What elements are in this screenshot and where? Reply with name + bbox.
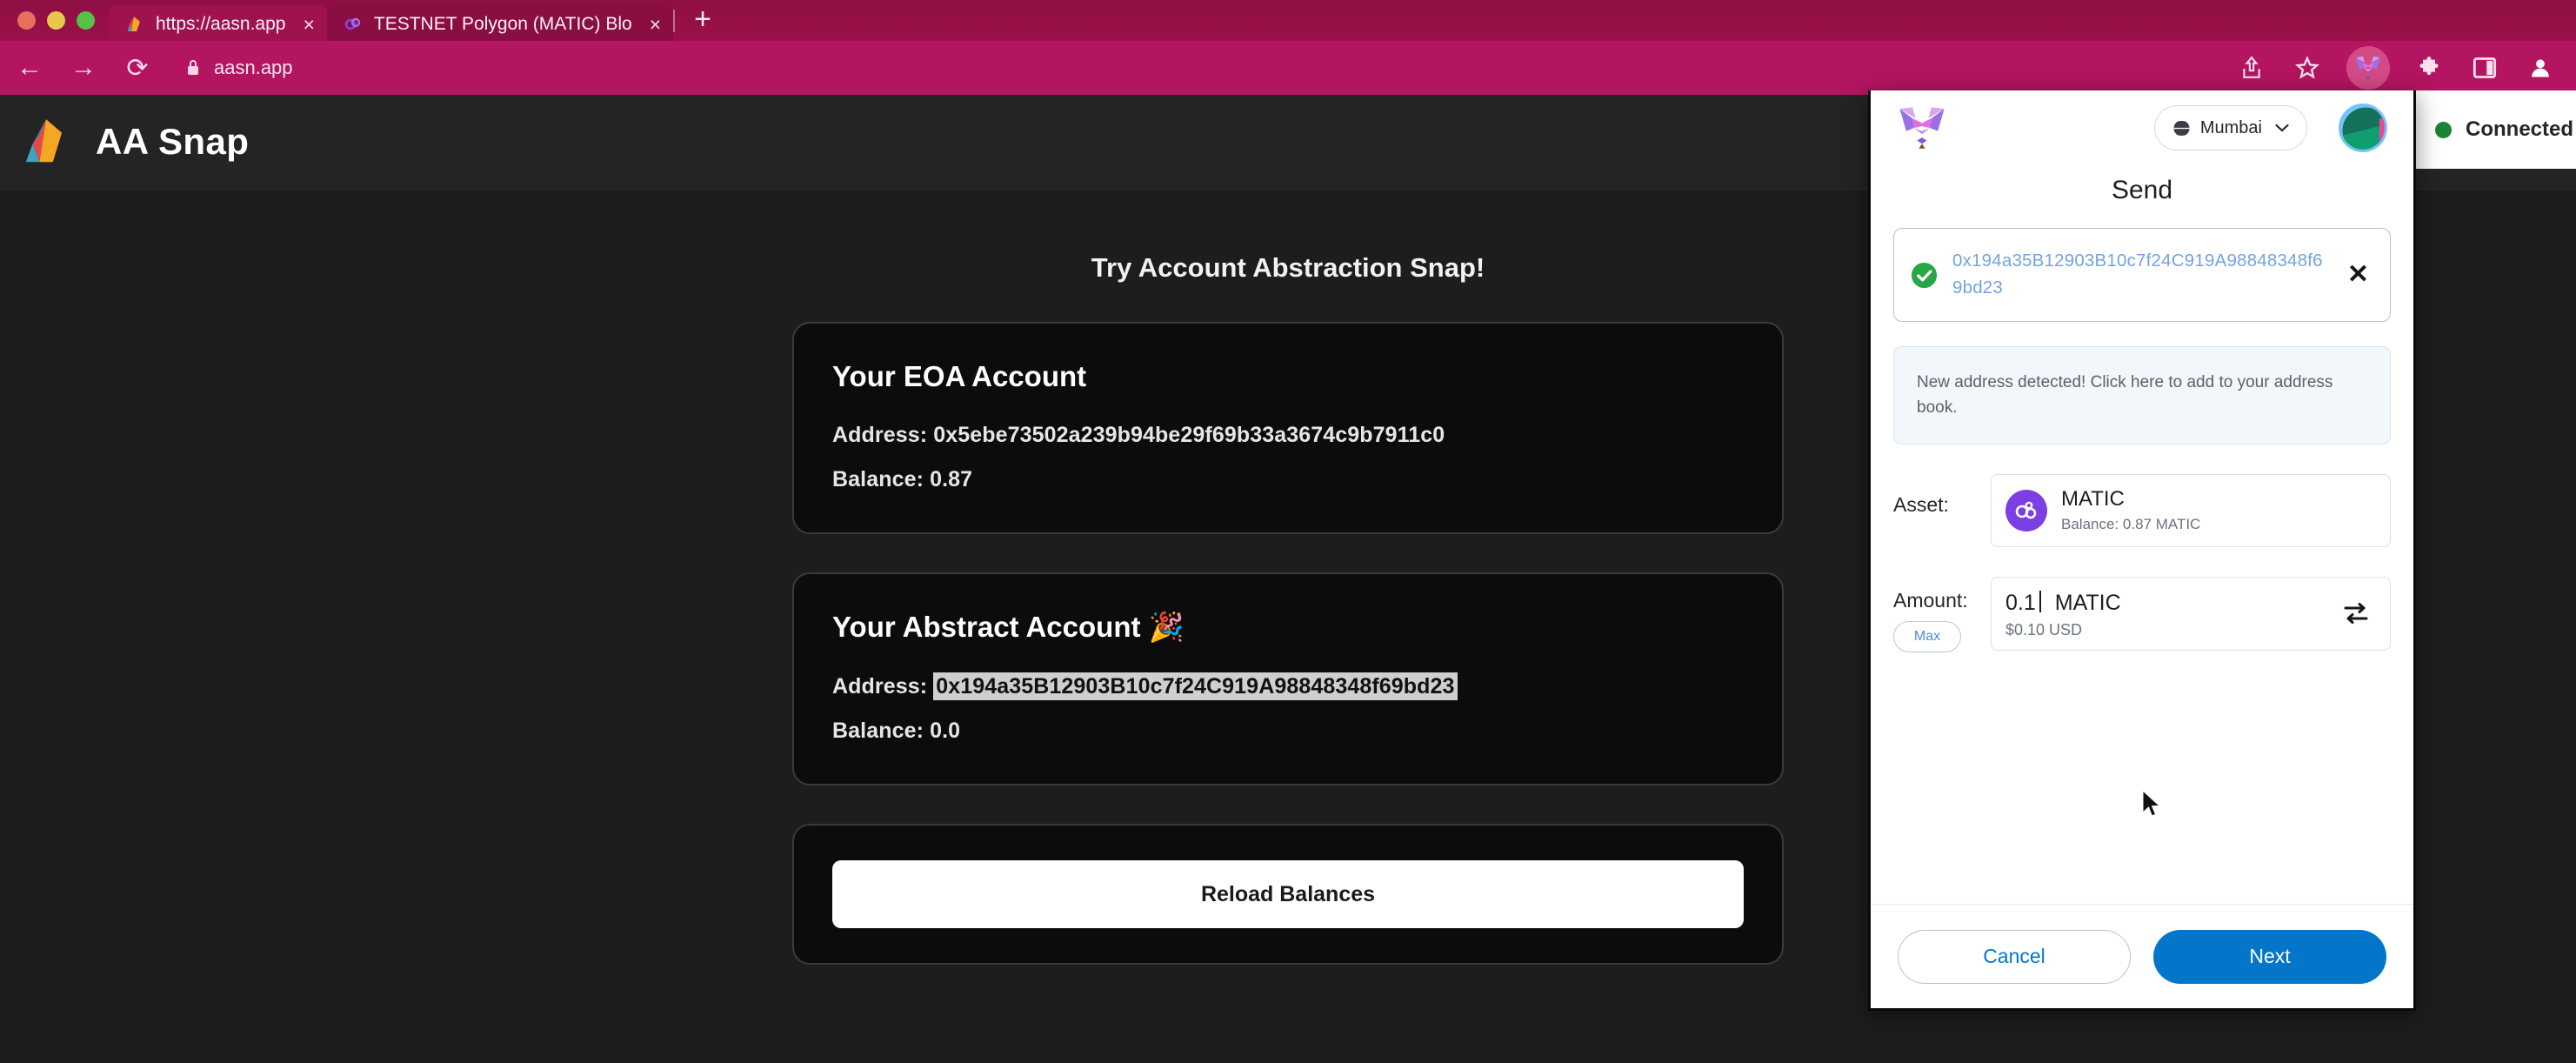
tab-close-icon[interactable]: ×	[650, 14, 661, 35]
amount-label: Amount:	[1893, 588, 1968, 612]
asset-balance: Balance: 0.87 MATIC	[2061, 516, 2200, 533]
metamask-fox-icon[interactable]	[2346, 46, 2390, 90]
network-selector[interactable]: Mumbai	[2153, 105, 2307, 150]
actions-card: Reload Balances	[792, 824, 1784, 965]
tab-title: https://aasn.app	[156, 14, 286, 34]
tab-strip: https://aasn.app × TESTNET Polygon (MATI…	[0, 0, 2576, 43]
eoa-balance-line: Balance: 0.87	[832, 467, 1744, 492]
globe-icon	[2172, 119, 2191, 137]
aa-balance-line: Balance: 0.0	[832, 719, 1744, 744]
maximize-window-button[interactable]	[77, 11, 95, 30]
new-address-notice[interactable]: New address detected! Click here to add …	[1893, 346, 2391, 445]
asset-label: Asset:	[1893, 492, 1949, 516]
eoa-balance-label: Balance:	[832, 467, 924, 491]
tab-title: TESTNET Polygon (MATIC) Blo	[373, 14, 632, 34]
eoa-address-label: Address:	[832, 423, 928, 447]
browser-window: https://aasn.app × TESTNET Polygon (MATI…	[0, 0, 2576, 1063]
bookmark-star-icon[interactable]	[2291, 51, 2324, 84]
lock-icon	[188, 60, 198, 75]
aa-address-label: Address:	[832, 674, 928, 699]
text-caret	[2039, 590, 2041, 612]
next-button[interactable]: Next	[2153, 929, 2386, 984]
back-icon[interactable]: ←	[5, 43, 54, 92]
aa-card-title: Your Abstract Account 🎉	[832, 611, 1185, 643]
amount-input-box[interactable]: 0.1 MATIC $0.10 USD	[1991, 576, 2391, 651]
asset-row: Asset: MATIC Balance: 0.87 MATIC	[1893, 473, 2391, 547]
new-tab-button[interactable]: +	[675, 4, 731, 41]
aa-snap-logo-icon	[25, 119, 63, 163]
cancel-button[interactable]: Cancel	[1898, 929, 2131, 984]
address-bar[interactable]: aasn.app	[184, 49, 2218, 87]
eoa-address-line: Address: 0x5ebe73502a239b94be29f69b33a36…	[832, 423, 1744, 448]
popup-title: Send	[2111, 176, 2173, 204]
abstract-account-card: Your Abstract Account 🎉 Address: 0x194a3…	[792, 572, 1784, 786]
status-badge: Connected	[2466, 117, 2574, 141]
amount-values: 0.1 MATIC $0.10 USD	[2005, 588, 2121, 639]
asset-selector[interactable]: MATIC Balance: 0.87 MATIC	[1991, 473, 2391, 547]
reload-balances-button[interactable]: Reload Balances	[832, 860, 1744, 928]
eoa-balance-value: 0.87	[930, 467, 973, 491]
connected-status-dot-icon	[2435, 121, 2452, 138]
popup-footer: Cancel Next	[1871, 904, 2413, 1008]
eoa-address-value: 0x5ebe73502a239b94be29f69b33a3674c9b7911…	[933, 423, 1445, 447]
amount-label-group: Amount: Max	[1893, 577, 1991, 652]
clear-recipient-icon[interactable]: ✕	[2344, 262, 2372, 288]
url-text: aasn.app	[214, 57, 293, 78]
eoa-card-title: Your EOA Account	[832, 360, 1087, 392]
max-amount-button[interactable]: Max	[1893, 620, 1961, 652]
polygonscan-icon	[344, 17, 361, 30]
tab-aasn-app[interactable]: https://aasn.app ×	[109, 5, 327, 43]
metamask-popup: Mumbai Send 0x194a35B12903B10c7f24C919A9…	[1868, 90, 2416, 1011]
check-circle-icon	[1911, 262, 1938, 288]
amount-row: Amount: Max 0.1 MATIC $0.10 USD	[1893, 576, 2391, 652]
browser-toolbar: ← → ⟳ aasn.app	[0, 41, 2576, 95]
amount-input[interactable]: 0.1	[2005, 591, 2036, 616]
amount-unit: MATIC	[2054, 590, 2121, 615]
extensions-puzzle-icon[interactable]	[2412, 51, 2446, 84]
asset-balance-value: 0.87 MATIC	[2122, 516, 2201, 533]
metamask-fox-logo-icon	[1899, 107, 1945, 149]
aa-address-value[interactable]: 0x194a35B12903B10c7f24C919A98848348f69bd…	[933, 672, 1458, 700]
eoa-account-card: Your EOA Account Address: 0x5ebe73502a23…	[792, 322, 1784, 534]
matic-token-icon	[2005, 489, 2047, 532]
share-icon[interactable]	[2235, 51, 2268, 84]
aa-snap-icon	[128, 17, 140, 31]
avatar-blockie-icon	[2341, 106, 2385, 150]
toolbar-icon-group	[2235, 46, 2576, 90]
mouse-cursor	[2142, 790, 2161, 817]
profile-avatar-icon[interactable]	[2524, 51, 2557, 84]
chevron-down-icon	[2275, 124, 2289, 132]
reload-icon[interactable]: ⟳	[113, 43, 162, 92]
aa-balance-value: 0.0	[930, 719, 961, 743]
amount-value-line: 0.1 MATIC	[2005, 588, 2121, 616]
account-avatar[interactable]	[2339, 104, 2387, 152]
tab-close-icon[interactable]: ×	[303, 14, 314, 35]
metamask-popup-header: Mumbai	[1871, 90, 2413, 165]
amount-fiat-value: $0.10 USD	[2005, 620, 2083, 638]
aa-balance-label: Balance:	[832, 719, 924, 743]
swap-currency-icon[interactable]	[2341, 598, 2371, 628]
asset-name: MATIC	[2061, 487, 2125, 511]
recipient-address-value: 0x194a35B12903B10c7f24C919A98848348f69bd…	[1952, 251, 2323, 298]
tab-polygonscan[interactable]: TESTNET Polygon (MATIC) Blo ×	[326, 5, 674, 43]
forward-icon[interactable]: →	[59, 43, 108, 92]
recipient-address-field[interactable]: 0x194a35B12903B10c7f24C919A98848348f69bd…	[1893, 228, 2391, 322]
asset-details: MATIC Balance: 0.87 MATIC	[2061, 487, 2200, 533]
minimize-window-button[interactable]	[47, 11, 65, 30]
side-panel-icon[interactable]	[2468, 51, 2501, 84]
page-title: AA Snap	[96, 121, 250, 162]
close-window-button[interactable]	[17, 11, 36, 30]
window-traffic-lights	[0, 11, 109, 41]
asset-balance-label: Balance:	[2061, 516, 2119, 533]
network-name: Mumbai	[2199, 117, 2262, 137]
connected-status-strip: Connected	[2416, 90, 2576, 169]
aa-address-line: Address: 0x194a35B12903B10c7f24C919A9884…	[832, 672, 1744, 700]
